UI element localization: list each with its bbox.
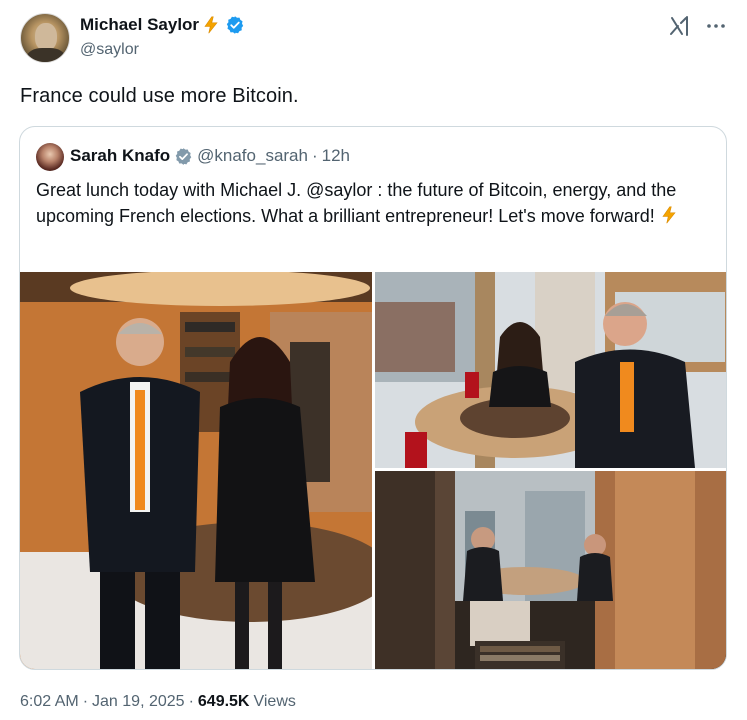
post-time[interactable]: 6:02 AM (20, 693, 79, 711)
quoted-author-name[interactable]: Sarah Knafo (70, 146, 170, 166)
photo-table-conversation[interactable] (375, 272, 726, 468)
post: Michael Saylor @saylor France could use … (0, 0, 747, 720)
quoted-author-row: Sarah Knafo @knafo_sarah · 12h (70, 146, 350, 166)
verified-badge-icon (226, 16, 244, 34)
author-avatar[interactable] (20, 13, 70, 63)
views-label: Views (253, 693, 296, 710)
lightning-bolt-icon (662, 206, 676, 224)
quoted-post-text: Great lunch today with Michael J. @saylo… (36, 177, 716, 229)
post-text: France could use more Bitcoin. (20, 85, 299, 107)
author-handle[interactable]: @saylor (80, 41, 139, 59)
separator-dot: · (188, 693, 194, 710)
quoted-author-avatar[interactable] (36, 143, 64, 171)
separator-dot: · (311, 146, 318, 165)
photo-two-people-standing[interactable] (20, 272, 372, 669)
views-count[interactable]: 649.5K (198, 693, 250, 711)
quoted-post-time[interactable]: 12h (322, 146, 350, 166)
verified-badge-icon (175, 147, 192, 165)
post-meta: 6:02 AM · Jan 19, 2025 · 649.5K Views (20, 693, 296, 711)
more-options-icon[interactable] (704, 14, 728, 38)
quoted-author-handle[interactable]: @knafo_sarah (197, 146, 308, 166)
grok-icon[interactable] (668, 14, 692, 38)
media-grid (20, 272, 726, 669)
quoted-post-body: Great lunch today with Michael J. @saylo… (36, 180, 677, 226)
author-name-row[interactable]: Michael Saylor (80, 15, 245, 35)
post-date[interactable]: Jan 19, 2025 (92, 693, 185, 711)
author-display-name[interactable]: Michael Saylor (80, 15, 199, 35)
quoted-post[interactable]: Sarah Knafo @knafo_sarah · 12h Great lun… (19, 126, 727, 670)
lightning-bolt-icon (204, 16, 218, 34)
photo-room-wide-shot[interactable] (375, 471, 726, 669)
separator-dot: · (82, 693, 89, 710)
